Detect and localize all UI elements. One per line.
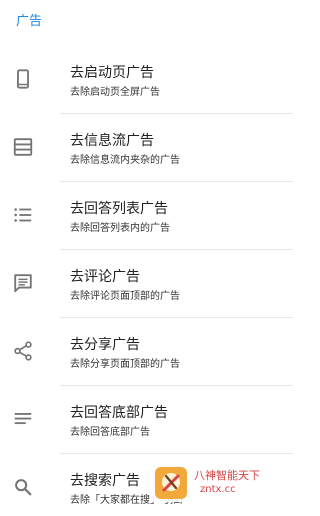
item-title: 去信息流广告 [70,133,154,149]
settings-page: 广告 去启动页广告 去除启动页全屏广告 去信息流广告 去除信息流内夹杂的广告 去… [0,0,293,516]
item-subtitle: 去除信息流内夹杂的广告 [70,155,180,166]
item-title: 去启动页广告 [70,65,154,81]
item-title: 去回答列表广告 [70,201,168,217]
item-title: 去评论广告 [70,269,140,285]
share-icon [12,340,34,362]
phone-icon [12,68,34,90]
item-subtitle: 去除回答列表内的广告 [70,223,170,234]
list-item-feed-ad[interactable]: 去信息流广告 去除信息流内夹杂的广告 [0,114,293,182]
bullet-list-icon [12,204,34,226]
watermark-url: zntx.cc [200,484,236,495]
watermark-text: 八神智能天下 [194,469,260,482]
item-title: 去回答底部广告 [70,405,168,421]
list-item-comment-ad[interactable]: 去评论广告 去除评论页面顶部的广告 [0,250,293,318]
list-item-answer-list-ad[interactable]: 去回答列表广告 去除回答列表内的广告 [0,182,293,250]
list-item-splash-ad[interactable]: 去启动页广告 去除启动页全屏广告 [0,46,293,114]
watermark-logo-icon [154,466,188,500]
item-subtitle: 去除启动页全屏广告 [70,87,160,98]
lines-icon [12,408,34,430]
item-subtitle: 去除评论页面顶部的广告 [70,291,180,302]
watermark: 八神智能天下 zntx.cc [152,464,293,502]
comment-icon [12,272,34,294]
item-title: 去搜索广告 [70,473,140,489]
list-item-answer-bottom-ad[interactable]: 去回答底部广告 去除回答底部广告 [0,386,293,454]
section-header: 广告 [16,14,43,29]
item-subtitle: 去除分享页面顶部的广告 [70,359,180,370]
feed-list-icon [12,136,34,158]
search-icon [12,476,34,498]
item-title: 去分享广告 [70,337,140,353]
ad-settings-list: 去启动页广告 去除启动页全屏广告 去信息流广告 去除信息流内夹杂的广告 去回答列… [0,46,293,516]
item-subtitle: 去除回答底部广告 [70,427,150,438]
list-item-share-ad[interactable]: 去分享广告 去除分享页面顶部的广告 [0,318,293,386]
